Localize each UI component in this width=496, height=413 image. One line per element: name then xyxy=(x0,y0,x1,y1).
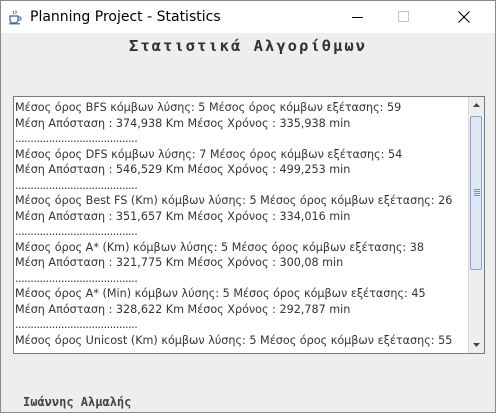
result-line: Μέσος όρος BFS κόμβων λύσης: 5 Μέσος όρο… xyxy=(15,101,402,114)
result-separator: ........................................ xyxy=(15,132,138,145)
scrollbar-thumb[interactable] xyxy=(470,116,482,270)
result-line: Μέσος όρος Unicost (Km) κόμβων λύσης: 5 … xyxy=(15,333,453,347)
result-line: Μέση Απόσταση : 321,775 Km Μέσος Χρόνος … xyxy=(15,256,344,269)
close-icon xyxy=(458,11,470,23)
result-separator: ........................................ xyxy=(15,271,138,285)
title-bar[interactable]: Planning Project - Statistics xyxy=(1,1,495,33)
result-line: Μέσος όρος DFS κόμβων λύσης: 7 Μέσος όρο… xyxy=(15,147,403,161)
result-line: Μέση Απόσταση : 374,938 Km Μέσος Χρόνος … xyxy=(15,116,351,130)
result-separator: ........................................ xyxy=(15,225,138,238)
minimize-icon xyxy=(352,17,363,18)
vertical-scrollbar[interactable] xyxy=(468,97,484,353)
scroll-down-button[interactable] xyxy=(469,337,484,353)
java-cup-icon xyxy=(7,9,23,25)
statistics-text: Μέσος όρος BFS κόμβων λύσης: 5 Μέσος όρο… xyxy=(15,100,465,348)
result-line: Μέσος όρος A* (Km) κόμβων λύσης: 5 Μέσος… xyxy=(15,240,424,254)
window-title: Planning Project - Statistics xyxy=(30,9,221,25)
result-separator: ........................................ xyxy=(15,178,138,192)
maximize-icon xyxy=(398,11,409,22)
arrow-up-icon xyxy=(473,103,480,107)
result-line: Μέση Απόσταση : 546,529 Km Μέσος Χρόνος … xyxy=(15,163,351,176)
result-line: Μέσος όρος Best FS (Km) κόμβων λύσης: 5 … xyxy=(15,194,453,207)
maximize-button[interactable] xyxy=(381,1,427,33)
result-line: Μέση Απόσταση : 328,622 Km Μέσος Χρόνος … xyxy=(15,302,351,316)
statistics-text-area[interactable]: Μέσος όρος BFS κόμβων λύσης: 5 Μέσος όρο… xyxy=(13,96,485,354)
result-line: Μέσος όρος A* (Min) κόμβων λύσης: 5 Μέσο… xyxy=(15,287,426,300)
result-separator: ........................................ xyxy=(15,318,138,331)
grip-icon xyxy=(474,189,480,197)
statistics-window: Planning Project - Statistics Στατιστικά… xyxy=(0,0,496,413)
close-button[interactable] xyxy=(441,1,487,33)
result-line: Μέση Απόσταση : 351,657 Km Μέσος Χρόνος … xyxy=(15,209,351,223)
minimize-button[interactable] xyxy=(335,1,381,33)
author-label: Ιωάννης Αλμαλής xyxy=(23,395,132,409)
scroll-up-button[interactable] xyxy=(469,97,484,113)
arrow-down-icon xyxy=(473,343,480,347)
page-title: Στατιστικά Αλγορίθμων xyxy=(129,37,367,55)
